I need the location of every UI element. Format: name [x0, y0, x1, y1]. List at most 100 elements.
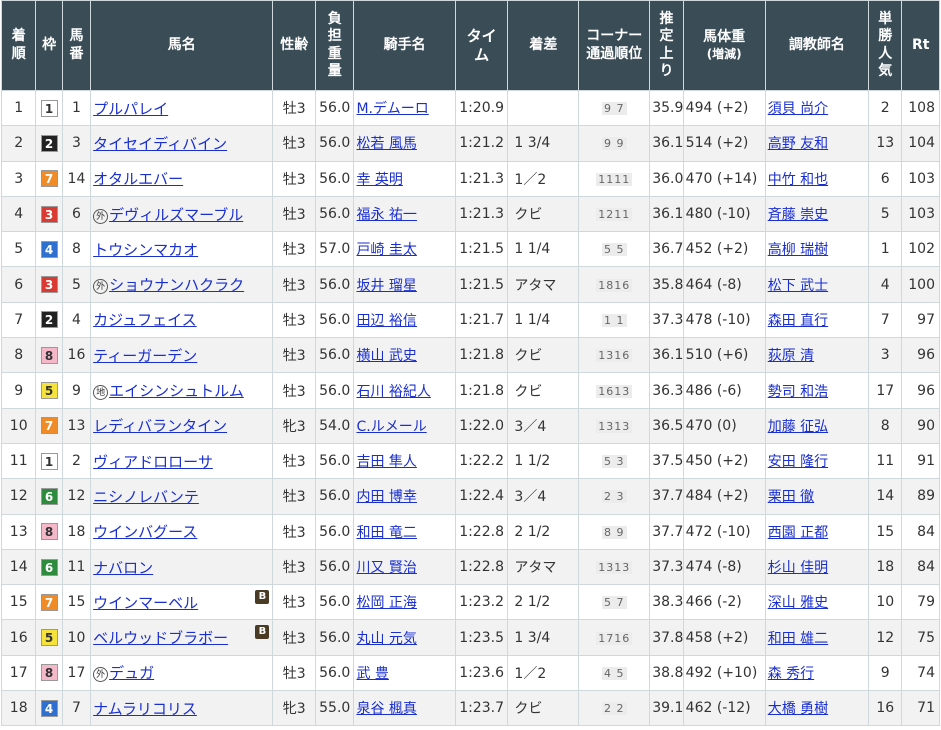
trainer-link[interactable]: 須貝 尚介: [768, 101, 828, 117]
sex-age-cell: 牡3: [272, 195, 316, 233]
header-corner[interactable]: コーナー通過順位: [578, 0, 651, 91]
header-margin[interactable]: 着差: [507, 0, 580, 91]
weight-cell: 56.0: [314, 160, 355, 197]
horse-name-link[interactable]: ショウナンハクラク: [109, 276, 244, 294]
horse-name-link[interactable]: デヴィルズマーブル: [109, 206, 243, 224]
horse-name-link[interactable]: オタルエバー: [93, 170, 183, 188]
last3f-cell: 36.5: [649, 407, 684, 444]
corner-positions: 1313: [596, 419, 633, 433]
trainer-link[interactable]: 斉藤 崇史: [768, 207, 828, 223]
body-weight-cell: 480 (-10): [682, 195, 766, 233]
trainer-link[interactable]: 森田 直行: [768, 313, 828, 329]
jockey-link[interactable]: 戸崎 圭太: [356, 242, 416, 258]
jockey-link[interactable]: 吉田 隼人: [356, 454, 416, 470]
trainer-link[interactable]: 荻原 清: [768, 348, 814, 364]
header-umaban[interactable]: 馬番: [61, 0, 92, 91]
sex-age-cell: 牡3: [272, 125, 316, 162]
trainer-link[interactable]: 栗田 徹: [768, 489, 814, 505]
trainer-link[interactable]: 和田 雄二: [768, 631, 828, 647]
trainer-link[interactable]: 杉山 佳明: [768, 560, 828, 576]
jockey-link[interactable]: 川又 賢治: [356, 560, 416, 576]
corner-cell: 1816: [578, 266, 651, 303]
horse-name-link[interactable]: ヴィアドロローサ: [93, 453, 213, 471]
trainer-link[interactable]: 高柳 瑞樹: [768, 242, 828, 258]
jockey-cell: 戸崎 圭太: [353, 231, 456, 268]
horse-cell: ニシノレバンテ: [90, 478, 274, 515]
jockey-link[interactable]: 武 豊: [356, 666, 388, 682]
header-last3f[interactable]: 推定上り: [649, 0, 684, 91]
table-row: 1 1 1 プルパレイ 牡3 56.0 M.デムーロ 1:20.9 9 7 35.9 494 (+2…: [0, 89, 940, 127]
horse-name-link[interactable]: レディバランタイン: [93, 417, 227, 435]
time-cell: 1:20.9: [454, 89, 509, 127]
jockey-link[interactable]: 松岡 正海: [356, 595, 416, 611]
header-weight[interactable]: 負担重量: [314, 0, 355, 91]
jockey-link[interactable]: C.ルメール: [356, 419, 426, 435]
trainer-link[interactable]: 森 秀行: [768, 666, 814, 682]
horse-name-link[interactable]: カジュフェイス: [93, 311, 197, 329]
horse-cell: ウインバグース: [90, 513, 274, 550]
sex-age-cell: 牝3: [272, 407, 316, 444]
header-jockey[interactable]: 騎手名: [353, 0, 456, 91]
last3f-cell: 36.0: [649, 160, 684, 197]
horse-name-link[interactable]: ベルウッドブラボー: [93, 629, 228, 647]
header-sex-age[interactable]: 性齢: [272, 0, 316, 91]
trainer-link[interactable]: 松下 武士: [768, 278, 828, 294]
horse-name-link[interactable]: エイシンシュトルム: [109, 382, 244, 400]
jockey-link[interactable]: 泉谷 楓真: [356, 701, 416, 717]
trainer-link[interactable]: 大橋 勇樹: [768, 701, 828, 717]
horse-name-link[interactable]: ナムラリコリス: [93, 700, 197, 718]
trainer-link[interactable]: 勢司 和浩: [768, 384, 828, 400]
header-body-weight[interactable]: 馬体重 (増減): [682, 0, 766, 91]
trainer-link[interactable]: 西園 正都: [768, 525, 828, 541]
header-odds-pop[interactable]: 単勝人気: [868, 0, 903, 91]
horse-name-link[interactable]: ティーガーデン: [93, 347, 197, 365]
jockey-link[interactable]: 坂井 瑠星: [356, 278, 416, 294]
horse-name-link[interactable]: タイセイディバイン: [93, 135, 227, 153]
jockey-link[interactable]: 松若 風馬: [356, 136, 416, 152]
horse-name-link[interactable]: トウシンマカオ: [93, 241, 198, 259]
header-time[interactable]: タイム: [454, 0, 509, 91]
body-weight-cell: 452 (+2): [682, 231, 766, 268]
horse-name-link[interactable]: ナバロン: [93, 559, 153, 577]
header-horse[interactable]: 馬名: [90, 0, 274, 91]
header-rank[interactable]: 着順: [0, 0, 37, 91]
trainer-link[interactable]: 中竹 和也: [768, 172, 828, 188]
last3f-cell: 36.3: [649, 372, 684, 409]
jockey-link[interactable]: 福永 祐一: [356, 207, 416, 223]
horse-name-link[interactable]: デュガ: [109, 664, 154, 682]
horse-name-link[interactable]: プルパレイ: [93, 100, 168, 118]
time-cell: 1:21.7: [454, 301, 509, 339]
jockey-link[interactable]: 横山 武史: [356, 348, 416, 364]
sex-age-cell: 牡3: [272, 584, 316, 621]
corner-cell: 9 9: [578, 125, 651, 162]
table-row: 18 4 7 ナムラリコリス 牝3 55.0 泉谷 楓真 1:23.7 クビ 2 2 39.1 462…: [0, 690, 940, 727]
waku-cell: 6: [35, 478, 63, 515]
horse-cell: トウシンマカオ: [90, 231, 274, 268]
jockey-link[interactable]: 和田 竜二: [356, 525, 416, 541]
trainer-link[interactable]: 加藤 征弘: [768, 419, 828, 435]
jockey-link[interactable]: 田辺 裕信: [356, 313, 416, 329]
jockey-link[interactable]: 丸山 元気: [356, 631, 416, 647]
weight-cell: 56.0: [314, 89, 355, 127]
horse-name-link[interactable]: ウインバグース: [93, 523, 197, 541]
header-trainer[interactable]: 調教師名: [764, 0, 870, 91]
jockey-link[interactable]: 石川 裕紀人: [356, 384, 430, 400]
horse-name-link[interactable]: ニシノレバンテ: [93, 488, 199, 506]
header-rt[interactable]: Rt: [901, 0, 940, 91]
sex-age-cell: 牡3: [272, 89, 316, 127]
horse-name-link[interactable]: ウインマーベル: [93, 594, 198, 612]
corner-cell: 8 9: [578, 513, 651, 550]
jockey-cell: 横山 武史: [353, 337, 456, 374]
trainer-link[interactable]: 深山 雅史: [768, 595, 828, 611]
jockey-link[interactable]: 幸 英明: [356, 172, 402, 188]
trainer-cell: 森田 直行: [764, 301, 870, 339]
popularity-cell: 18: [868, 548, 903, 586]
jockey-link[interactable]: 内田 博幸: [356, 489, 416, 505]
waku-badge: 1: [40, 452, 58, 470]
trainer-link[interactable]: 高野 友和: [768, 136, 828, 152]
jockey-link[interactable]: M.デムーロ: [356, 101, 428, 117]
last3f-cell: 37.7: [649, 478, 684, 515]
trainer-link[interactable]: 安田 隆行: [768, 454, 828, 470]
header-waku[interactable]: 枠: [35, 0, 63, 91]
body-weight-cell: 464 (-8): [682, 266, 766, 303]
